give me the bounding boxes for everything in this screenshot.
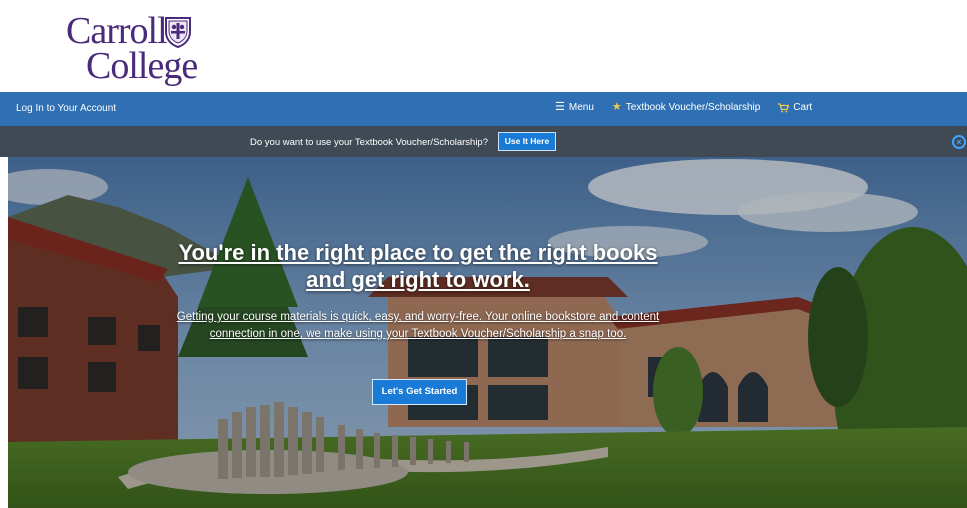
voucher-prompt-bar: Do you want to use your Textbook Voucher…	[0, 126, 967, 157]
login-link[interactable]: Log In to Your Account	[16, 103, 116, 114]
cart-link[interactable]: Cart	[778, 102, 812, 113]
lets-get-started-button[interactable]: Let's Get Started	[372, 379, 467, 405]
nav-right-group: ☰ Menu ★ Textbook Voucher/Scholarship Ca…	[555, 101, 812, 114]
use-it-here-button[interactable]: Use It Here	[498, 132, 556, 151]
close-circle-icon[interactable]: ×	[952, 135, 966, 149]
textbook-voucher-link[interactable]: ★ Textbook Voucher/Scholarship	[611, 101, 761, 114]
header: Carroll College	[0, 0, 967, 92]
textbook-voucher-label: Textbook Voucher/Scholarship	[625, 102, 761, 113]
hero-banner: You're in the right place to get the rig…	[8, 157, 967, 508]
menu-button[interactable]: ☰ Menu	[555, 101, 594, 114]
voucher-prompt-message: Do you want to use your Textbook Voucher…	[250, 137, 488, 148]
cart-label: Cart	[793, 102, 813, 113]
hero-subtitle[interactable]: Getting your course materials is quick, …	[173, 309, 663, 343]
shield-crest-icon	[165, 17, 191, 48]
hero-title[interactable]: You're in the right place to get the rig…	[168, 239, 668, 293]
hamburger-icon: ☰	[555, 101, 565, 113]
page: Carroll College Log In to Your Account ☰…	[0, 0, 967, 508]
star-icon: ★	[611, 101, 622, 113]
logo-text-line2: College	[86, 45, 198, 87]
carroll-college-logo[interactable]: Carroll College	[62, 10, 202, 88]
cart-icon	[778, 102, 790, 112]
top-navigation-bar: Log In to Your Account ☰ Menu ★ Textbook…	[0, 92, 967, 126]
menu-label: Menu	[568, 102, 594, 113]
